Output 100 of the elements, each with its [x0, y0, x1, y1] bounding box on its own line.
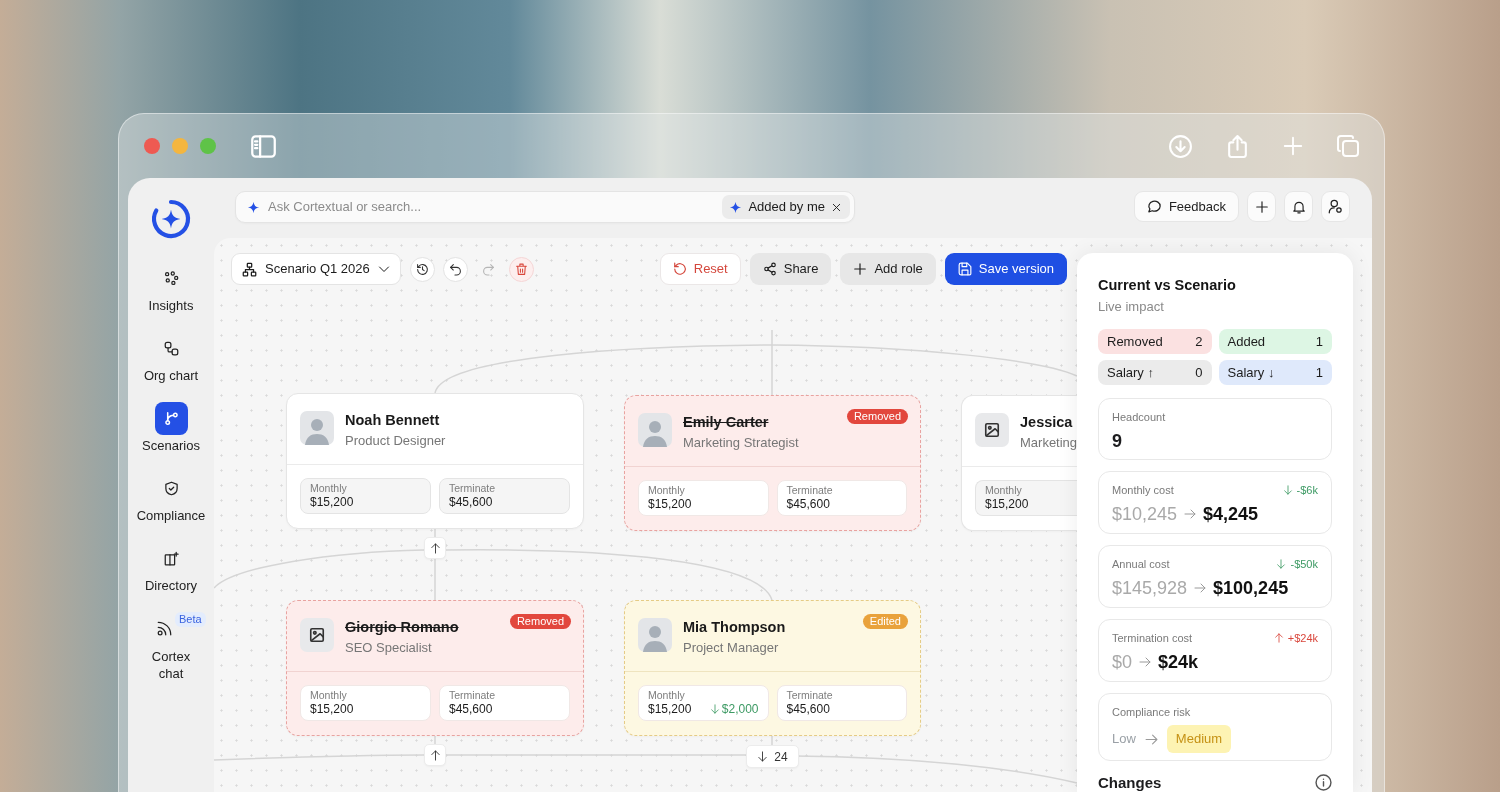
arrow-down-icon [709, 704, 720, 714]
new-value: $100,245 [1213, 577, 1289, 599]
beta-badge: Beta [175, 612, 206, 627]
sidebar-item[interactable]: Beta Cortex chat [128, 612, 214, 682]
employee-name: Noah Bennett [345, 411, 441, 429]
signal-waves-icon [156, 621, 172, 636]
save-button[interactable]: Save version [944, 253, 1067, 285]
previous-risk: Low [1112, 730, 1136, 749]
search-field[interactable]: Ask Cortextual or search... Added by me [235, 191, 855, 223]
arrow-down-icon [757, 751, 769, 762]
chip-label: Salary ↑ [1107, 363, 1154, 382]
cost-value: $45,600 [786, 702, 831, 716]
employee-name: Mia Thompson [683, 618, 786, 636]
employee-name: Giorgio Romano [345, 618, 459, 636]
toggle-button[interactable]: 24 [746, 745, 799, 768]
add-button[interactable] [1247, 191, 1276, 222]
sidebar-item[interactable]: Directory [128, 542, 214, 612]
cost-label: Terminate [449, 689, 496, 702]
toggle-button[interactable] [424, 744, 446, 766]
metric-label: Annual cost [1112, 557, 1170, 571]
reset-button[interactable]: Reset [659, 253, 741, 285]
delete-button[interactable] [508, 256, 534, 282]
branch-icon [154, 402, 188, 435]
undo-button[interactable] [442, 256, 468, 282]
chip-label: Removed [1107, 332, 1163, 351]
cost-delta: -$50k [1290, 557, 1318, 571]
arrow-up-icon [1273, 633, 1284, 643]
sidebar-item[interactable]: Org chart [128, 332, 214, 402]
cost-label: Monthly [310, 689, 348, 702]
arrow-up-icon [429, 749, 441, 761]
previous-value: $10,245 [1112, 503, 1178, 525]
sidebar-item[interactable]: Compliance [128, 472, 214, 542]
employee-role: Product Designer [345, 433, 446, 449]
cost-label: Terminate [786, 689, 833, 702]
metric-label: Headcount [1112, 410, 1166, 424]
sidebar-icon[interactable] [250, 132, 277, 160]
notifications-button[interactable] [1284, 191, 1313, 222]
new-value: $24k [1158, 651, 1199, 673]
cost-label: Terminate [449, 482, 496, 495]
dots-icon [163, 271, 179, 286]
chip-count: 1 [1315, 363, 1323, 382]
save-icon [957, 262, 972, 276]
share-icon [762, 262, 777, 276]
cost-value: $15,200 [648, 702, 692, 716]
chip-count: 0 [1195, 363, 1203, 382]
toggle-button[interactable] [424, 537, 446, 559]
history-icon [415, 262, 429, 276]
metric-value: 9 [1112, 430, 1123, 452]
scenario-dropdown[interactable]: Scenario Q1 2026 [231, 253, 401, 285]
arrow-right-icon [1139, 656, 1152, 668]
sparkle-icon [729, 200, 743, 214]
feedback-button[interactable]: Feedback [1133, 191, 1239, 222]
new-value: $4,245 [1203, 503, 1259, 525]
chat-bubble-icon [1146, 199, 1162, 214]
status-badge: Removed [846, 409, 908, 424]
info-icon[interactable] [1315, 774, 1332, 791]
previous-value: $0 [1112, 651, 1133, 673]
trash-icon [514, 262, 528, 276]
risk-badge: Medium [1166, 725, 1232, 753]
linked-squares-icon [163, 341, 179, 356]
cost-label: Monthly [310, 482, 348, 495]
share-button[interactable]: Share [749, 253, 832, 285]
add-role-button[interactable]: Add role [840, 253, 936, 285]
cost-value: $15,200 [310, 495, 354, 509]
metric-label: Monthly cost [1112, 483, 1174, 497]
arrow-up-icon [429, 542, 441, 554]
redo-icon [481, 262, 495, 276]
sidebar-item[interactable]: Insights [128, 262, 214, 332]
chip-label: Added [1227, 332, 1266, 351]
chip-count: 1 [1315, 332, 1323, 351]
sitemap-icon [242, 261, 257, 277]
cost-value: $45,600 [786, 497, 831, 511]
bell-icon [1291, 199, 1306, 214]
employee-role: Marketing Strategist [683, 435, 799, 451]
cost-value: $45,600 [449, 495, 494, 509]
reset-icon [672, 262, 687, 276]
logo-icon [150, 198, 192, 240]
undo-icon [448, 262, 462, 276]
cost-value: $15,200 [985, 497, 1029, 511]
employee-name: Jessica [1020, 413, 1074, 431]
close-icon[interactable] [831, 201, 842, 213]
cost-change: $2,000 [721, 702, 759, 716]
cost-label: Monthly [985, 484, 1023, 497]
plus-icon [853, 262, 868, 276]
filter-chip[interactable]: Added by me [722, 195, 850, 219]
chip-count: 2 [1195, 332, 1203, 351]
employee-name: Emily Carter [683, 413, 770, 431]
previous-value: $145,928 [1112, 577, 1188, 599]
cost-label: Monthly [648, 484, 686, 497]
metric-label: Compliance risk [1112, 705, 1191, 719]
sparkle-icon [247, 200, 260, 214]
cost-value: $15,200 [310, 702, 354, 716]
history-button[interactable] [409, 256, 435, 282]
cost-label: Monthly [648, 689, 686, 702]
metric-label: Termination cost [1112, 631, 1193, 645]
sidebar-item[interactable]: Scenarios [128, 402, 214, 472]
section-title: Changes [1098, 774, 1162, 791]
panel-subtitle: Live impact [1098, 299, 1165, 315]
profile-button[interactable] [1321, 191, 1350, 222]
cost-value: $15,200 [648, 497, 692, 511]
